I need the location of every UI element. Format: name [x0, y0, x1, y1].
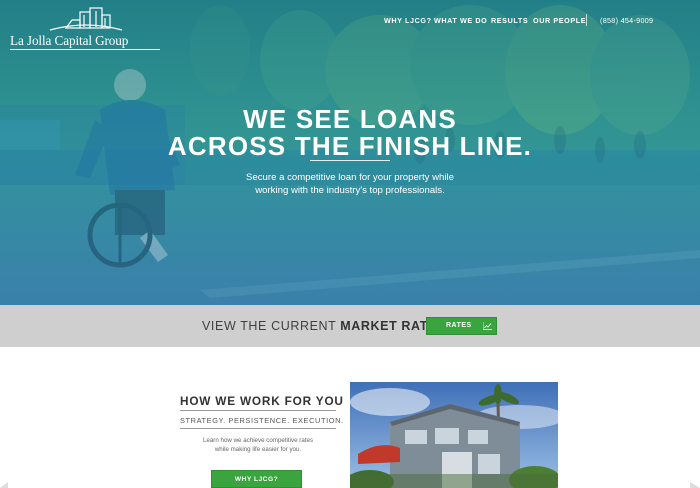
hero-section: La Jolla Capital Group WHY LJCG? WHAT WE… [0, 0, 700, 305]
site-logo[interactable]: La Jolla Capital Group [10, 6, 162, 50]
nav-why-ljcg[interactable]: WHY LJCG? [384, 16, 432, 25]
nav-results[interactable]: RESULTS [491, 16, 528, 25]
office-building-image [350, 382, 558, 488]
nav-phone-link[interactable]: (858) 454-9009 [600, 16, 653, 25]
market-rates-bar: VIEW THE CURRENT MARKET RATES RATES [0, 305, 700, 347]
nav-divider [586, 14, 587, 26]
hero-subtext: Secure a competitive loan for your prope… [246, 172, 454, 196]
how-tagline: STRATEGY. PERSISTENCE. EXECUTION. [180, 416, 344, 425]
logo-underline [10, 49, 160, 50]
hero-headline-line2: ACROSS THE FINISH LINE. [167, 131, 533, 161]
logo-buildings-icon [49, 7, 123, 31]
rates-button-label: RATES [446, 322, 472, 329]
market-rates-prefix: VIEW THE CURRENT [202, 319, 337, 333]
hero-divider [310, 160, 390, 161]
how-we-work-title: HOW WE WORK FOR YOU [180, 394, 344, 408]
nav-our-people[interactable]: OUR PEOPLE [533, 16, 586, 25]
hero-headline-line1: WE SEE LOANS [243, 104, 457, 134]
market-rates-heading: VIEW THE CURRENT MARKET RATES [202, 319, 446, 333]
carousel-prev-icon[interactable] [0, 482, 8, 488]
carousel-next-icon[interactable] [690, 482, 700, 488]
how-divider-bottom [180, 428, 336, 429]
why-ljcg-button[interactable]: WHY LJCG? [211, 470, 302, 488]
how-description: Learn how we achieve competitive rates w… [202, 437, 314, 453]
rates-button[interactable]: RATES [426, 317, 497, 335]
how-divider-top [180, 410, 336, 411]
line-chart-icon [483, 322, 492, 330]
logo-wordmark: La Jolla Capital Group [10, 33, 129, 48]
hero-headline: WE SEE LOANS ACROSS THE FINISH LINE. [0, 106, 700, 160]
nav-what-we-do[interactable]: WHAT WE DO [434, 16, 487, 25]
